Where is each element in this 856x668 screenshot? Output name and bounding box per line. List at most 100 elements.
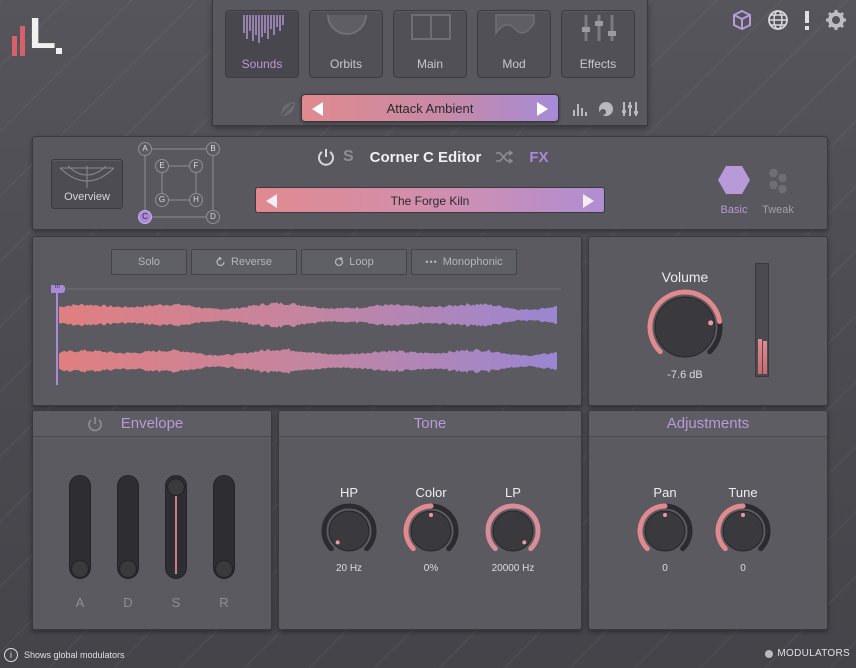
sustain-label: S <box>171 595 181 610</box>
shuffle-icon[interactable] <box>495 150 514 164</box>
color-value: 0% <box>423 563 439 574</box>
waveform-display[interactable]: I I I <box>49 284 563 389</box>
overview-icon <box>59 165 115 188</box>
hp-value: 20 Hz <box>335 563 363 574</box>
mode-tweak[interactable]: Tweak <box>755 165 801 216</box>
editor-title: Corner C Editor <box>369 148 482 166</box>
gear-icon[interactable] <box>824 8 848 32</box>
volume-knob[interactable] <box>647 289 723 365</box>
decay-label: D <box>123 595 133 610</box>
decay-slider[interactable] <box>117 475 139 579</box>
tab-sounds[interactable]: Sounds <box>225 10 299 78</box>
reverse-icon <box>216 257 225 267</box>
orbits-icon <box>327 14 367 35</box>
tune-label: Tune <box>728 485 758 500</box>
logo-dot <box>56 48 62 54</box>
attack-slider[interactable] <box>69 475 91 579</box>
grid-node-d[interactable]: D <box>206 210 220 224</box>
release-slider[interactable] <box>213 475 235 579</box>
loop-icon <box>335 257 344 267</box>
pan-value: 0 <box>662 563 668 574</box>
meter-left <box>758 338 762 374</box>
lp-label: LP <box>505 485 521 500</box>
grid-node-a[interactable]: A <box>138 142 152 156</box>
color-knob[interactable] <box>403 503 459 559</box>
tab-main[interactable]: Main <box>393 10 467 78</box>
sound-next-icon[interactable] <box>583 194 594 208</box>
sound-name: The Forge Kiln <box>390 194 470 208</box>
tab-label: Effects <box>579 57 617 71</box>
loop-button[interactable]: Loop <box>301 249 407 275</box>
reverse-button[interactable]: Reverse <box>191 249 297 275</box>
mode-basic[interactable]: Basic <box>711 165 757 216</box>
power-icon[interactable] <box>317 148 335 166</box>
tune-knob[interactable] <box>715 503 771 559</box>
solo-button[interactable]: Solo <box>111 249 187 275</box>
hp-knob[interactable] <box>321 503 377 559</box>
lp-knob-group: LP 20000 Hz <box>483 485 543 574</box>
tab-label: Sounds <box>241 57 283 71</box>
pan-knob[interactable] <box>637 503 693 559</box>
waveform-graphic <box>49 285 561 385</box>
modulators-dot-icon <box>765 649 774 658</box>
toggle-label: Loop <box>349 256 374 268</box>
tab-label: Orbits <box>329 57 362 71</box>
fx-toggle[interactable]: FX <box>529 149 548 166</box>
toggle-label: Solo <box>137 256 161 268</box>
level-meter <box>755 263 769 377</box>
alert-icon[interactable] <box>802 8 812 32</box>
sound-selector[interactable]: The Forge Kiln <box>255 187 605 213</box>
info-icon[interactable]: i <box>4 648 18 662</box>
meter-right <box>763 341 767 374</box>
dots-icon: ••• <box>425 257 438 267</box>
sound-prev-icon[interactable] <box>266 194 277 208</box>
tab-effects[interactable]: Effects <box>561 10 635 78</box>
tab-mod[interactable]: Mod <box>477 10 551 78</box>
top-right-toolbar <box>730 8 848 32</box>
corner-grid: A B C D E F G H <box>137 141 229 225</box>
mode-label: Tweak <box>762 204 794 216</box>
globe-icon[interactable] <box>766 8 790 32</box>
color-label: Color <box>415 485 447 500</box>
top-navigation: Sounds Orbits Main Mod Effects Attack Am… <box>212 0 648 126</box>
mixer-icon[interactable] <box>621 100 639 118</box>
corner-editor-header: Overview A B C D E F G H S Corner C Edit… <box>32 136 828 230</box>
monophonic-button[interactable]: ••• Monophonic <box>411 249 517 275</box>
hexagon-icon <box>718 166 750 194</box>
grid-node-e[interactable]: E <box>155 159 169 173</box>
sounds-icon <box>243 15 284 43</box>
grid-node-g[interactable]: G <box>155 193 169 207</box>
lp-knob[interactable] <box>485 503 541 559</box>
modulators-toggle[interactable]: MODULATORS <box>765 648 850 659</box>
leaf-icon[interactable] <box>279 100 297 118</box>
grid-node-f[interactable]: F <box>189 159 203 173</box>
preset-prev-icon[interactable] <box>312 102 323 116</box>
tab-orbits[interactable]: Orbits <box>309 10 383 78</box>
lp-value: 20000 Hz <box>491 563 535 574</box>
grid-node-b[interactable]: B <box>206 142 220 156</box>
tone-panel: Tone HP 20 Hz Color 0% LP 20000 Hz <box>278 410 582 630</box>
pan-knob-group: Pan 0 <box>635 485 695 574</box>
start-marker[interactable]: I I I <box>51 284 63 290</box>
preset-next-icon[interactable] <box>537 102 548 116</box>
logo-bar <box>20 26 25 56</box>
overview-button[interactable]: Overview <box>51 159 123 209</box>
tab-label: Main <box>416 57 443 71</box>
volume-value: -7.6 dB <box>667 369 703 381</box>
envelope-panel: Envelope A D S R <box>32 410 272 630</box>
grid-node-c[interactable]: C <box>138 210 152 224</box>
envelope-title: Envelope <box>120 415 184 432</box>
app-logo: L <box>12 12 64 56</box>
cube-icon[interactable] <box>730 8 754 32</box>
adjustments-title: Adjustments <box>589 411 827 437</box>
grid-node-h[interactable]: H <box>189 193 203 207</box>
logo-text: L <box>29 9 56 58</box>
waveform-icon[interactable] <box>571 100 589 118</box>
volume-panel: Volume -7.6 dB <box>588 236 828 406</box>
palette-icon[interactable] <box>597 100 615 118</box>
preset-selector[interactable]: Attack Ambient <box>301 94 559 122</box>
solo-toggle[interactable]: S <box>343 148 354 166</box>
envelope-power-icon[interactable] <box>87 416 103 432</box>
sustain-slider[interactable] <box>165 475 187 579</box>
adjustments-panel: Adjustments Pan 0 Tune 0 <box>588 410 828 630</box>
